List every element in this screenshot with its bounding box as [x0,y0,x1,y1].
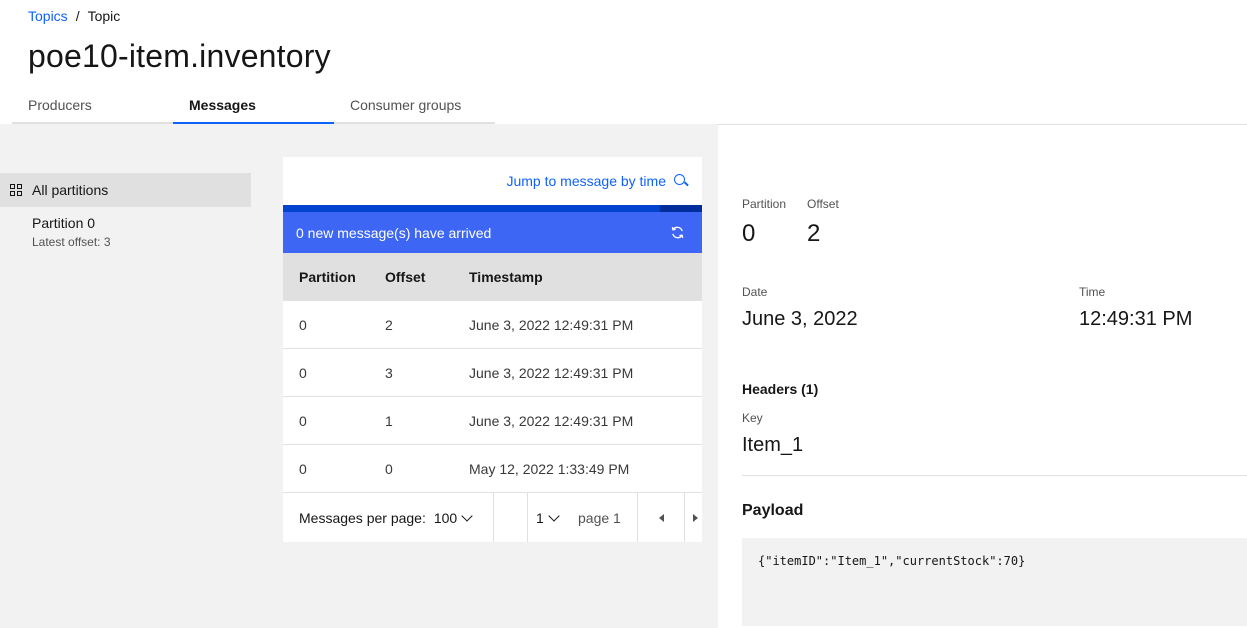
per-page-select[interactable]: 100 [433,509,473,526]
caret-left-icon [659,513,664,522]
detail-date-value: June 3, 2022 [742,308,858,330]
cell-partition: 0 [299,316,307,333]
detail-time-label: Time [1079,285,1106,299]
table-row[interactable]: 0 1 June 3, 2022 12:49:31 PM [283,397,702,445]
messages-table-card: Jump to message by time 0 new message(s)… [283,157,702,542]
cell-partition: 0 [299,412,307,429]
table-row[interactable]: 0 0 May 12, 2022 1:33:49 PM [283,445,702,493]
partition-all-item[interactable]: All partitions [0,173,251,207]
page-label: page 1 [578,509,621,526]
new-messages-text: 0 new message(s) have arrived [296,224,492,241]
cell-partition: 0 [299,460,307,477]
cell-offset: 0 [385,460,393,477]
detail-offset-label: Offset [807,197,839,211]
detail-offset-value: 2 [807,220,821,247]
detail-key-label: Key [742,411,763,425]
breadcrumb: Topics / Topic [28,8,120,24]
grid-icon [10,184,22,196]
pager-divider [527,493,528,542]
column-header-timestamp[interactable]: Timestamp [469,269,702,285]
cell-partition: 0 [299,364,307,381]
headers-heading: Headers (1) [742,381,819,397]
cell-timestamp: June 3, 2022 12:49:31 PM [469,316,634,333]
detail-partition-label: Partition [742,197,787,211]
page-select-value: 1 [536,509,544,526]
per-page-value: 100 [433,509,458,526]
table-header: Partition Offset Timestamp [283,253,702,301]
partition-latest-offset: Latest offset: 3 [32,235,111,249]
table-row[interactable]: 0 2 June 3, 2022 12:49:31 PM [283,301,702,349]
column-header-partition[interactable]: Partition [283,269,385,285]
payload-code-block[interactable]: {"itemID":"Item_1","currentStock":70} [742,538,1247,626]
payload-heading: Payload [742,502,804,519]
search-icon [674,174,688,188]
breadcrumb-link-topics[interactable]: Topics [28,8,68,24]
partition-name: Partition 0 [32,215,96,231]
per-page-label: Messages per page: [299,509,426,526]
cell-timestamp: May 12, 2022 1:33:49 PM [469,460,630,477]
tab-producers[interactable]: Producers [12,88,173,124]
partition-all-label: All partitions [32,182,109,198]
previous-page-button[interactable] [638,493,685,542]
page-select[interactable]: 1 [536,493,560,542]
breadcrumb-separator: / [75,8,80,24]
breadcrumb-current: Topic [87,8,121,24]
detail-date-label: Date [742,285,768,299]
detail-divider [742,475,1247,476]
banner-top-bar [283,205,702,212]
caret-right-icon [693,513,698,522]
jump-to-time-button[interactable]: Jump to message by time [506,173,688,189]
new-messages-banner: 0 new message(s) have arrived [283,212,702,253]
table-row[interactable]: 0 3 June 3, 2022 12:49:31 PM [283,349,702,397]
page-title: poe10-item.inventory [28,38,331,74]
cell-offset: 1 [385,412,393,429]
tab-bar: Producers Messages Consumer groups [12,88,495,124]
cell-offset: 2 [385,316,393,333]
cell-timestamp: June 3, 2022 12:49:31 PM [469,364,634,381]
cell-timestamp: June 3, 2022 12:49:31 PM [469,412,634,429]
pager-divider [493,493,494,542]
tab-messages[interactable]: Messages [173,88,334,124]
jump-to-time-label: Jump to message by time [506,173,666,189]
detail-time-value: 12:49:31 PM [1079,308,1193,330]
partition-item-0[interactable]: Partition 0 Latest offset: 3 [32,215,111,249]
column-header-offset[interactable]: Offset [385,269,469,285]
next-page-button[interactable] [685,493,702,542]
pagination: Messages per page: 100 1 page 1 [283,493,702,542]
cell-offset: 3 [385,364,393,381]
detail-key-value: Item_1 [742,434,804,456]
refresh-icon[interactable] [670,225,685,240]
chevron-down-icon [461,509,473,522]
detail-partition-value: 0 [742,220,756,247]
tab-consumer-groups[interactable]: Consumer groups [334,88,495,124]
chevron-down-icon [548,509,560,522]
